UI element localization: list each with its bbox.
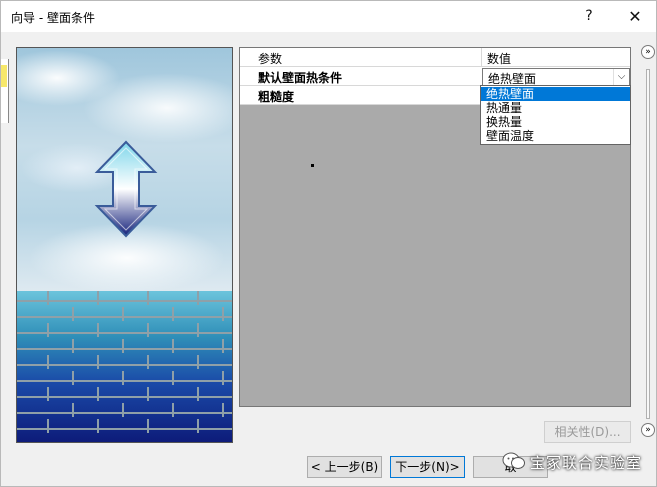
value-column-header: 数值: [487, 52, 512, 66]
correlation-button[interactable]: 相关性(D)...: [544, 421, 631, 443]
close-button[interactable]: ✕: [615, 1, 655, 32]
dropdown-option-wall-temperature[interactable]: 壁面温度: [481, 129, 630, 143]
wall-illustration: [16, 47, 233, 443]
wall-thermal-combobox[interactable]: 绝热壁面 ⌵: [482, 68, 630, 86]
double-chevron-right-icon[interactable]: »: [641, 45, 655, 59]
side-scroll-track[interactable]: [646, 69, 650, 419]
mouse-cursor: [311, 164, 314, 167]
window-title: 向导 - 壁面条件: [11, 11, 95, 25]
wechat-logo-icon: [502, 452, 525, 469]
grid-header-row: 参数 数值: [240, 48, 630, 67]
wall-thermal-label: 默认壁面热条件: [258, 71, 343, 85]
param-column-header: 参数: [258, 52, 283, 66]
next-button[interactable]: 下一步(N)>: [390, 456, 465, 478]
vertical-double-arrow-icon: [94, 140, 158, 238]
dropdown-option-adiabatic[interactable]: 绝热壁面: [481, 87, 630, 101]
roughness-label: 粗糙度: [258, 90, 295, 104]
title-bar: 向导 - 壁面条件 ? ✕: [1, 1, 656, 32]
help-button[interactable]: ?: [569, 1, 609, 32]
background-window-edge: [1, 59, 9, 123]
double-chevron-right-icon[interactable]: »: [641, 423, 655, 437]
wizard-dialog: 向导 - 壁面条件 ? ✕ 参数 数值 默认壁面热条件 绝热壁面 ⌵ 粗糙度 绝…: [0, 0, 657, 487]
back-button[interactable]: < 上一步(B): [307, 456, 382, 478]
watermark: 宝冢联合实验室: [496, 447, 656, 475]
watermark-text: 宝冢联合实验室: [530, 454, 643, 472]
dropdown-option-heat-transfer[interactable]: 换热量: [481, 115, 630, 129]
brick-wall: [17, 291, 232, 442]
grid-row-wall-thermal[interactable]: 默认壁面热条件 绝热壁面 ⌵: [240, 67, 630, 86]
wall-thermal-dropdown-list: 绝热壁面 热通量 换热量 壁面温度: [480, 85, 631, 145]
dropdown-option-heat-flux[interactable]: 热通量: [481, 101, 630, 115]
chevron-down-icon[interactable]: ⌵: [613, 69, 629, 85]
